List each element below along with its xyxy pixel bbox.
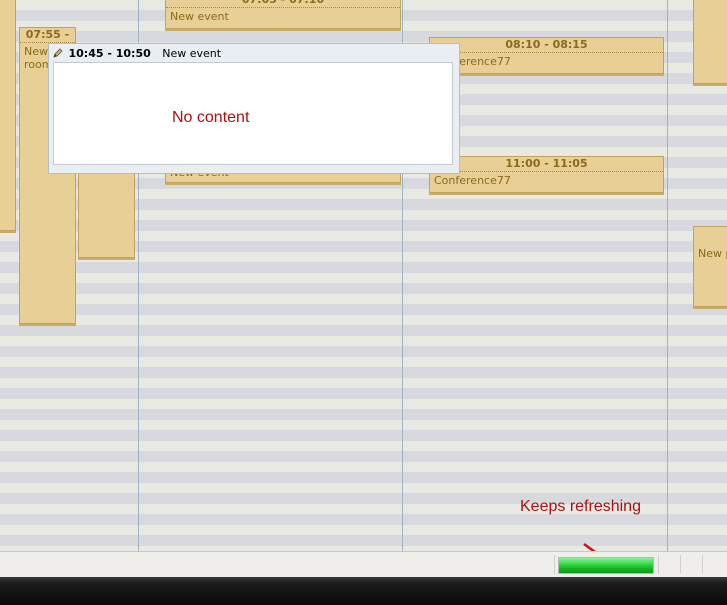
status-divider [702, 555, 703, 574]
calendar-event[interactable]: 07:05 - 07:10 New event [165, 0, 401, 29]
event-time: 11:00 - 11:05 [430, 157, 663, 172]
calendar-event[interactable]: 11:00 - 11:05 Conference77 [429, 156, 664, 193]
event-time: 07:55 - [20, 28, 75, 43]
event-time: 08:10 - 08:15 [430, 38, 663, 53]
day-column-divider [667, 0, 668, 551]
event-title: New event [170, 10, 229, 23]
popup-header: 10:45 - 10:50 New event [53, 46, 455, 62]
event-title: Conference77 [434, 55, 511, 68]
popup-time: 10:45 - 10:50 [68, 47, 151, 60]
event-title: Conference77 [434, 174, 511, 187]
event-popup[interactable]: 10:45 - 10:50 New event No content [48, 43, 460, 174]
status-divider [680, 555, 681, 574]
calendar-event[interactable] [693, 0, 727, 84]
popup-empty-message: No content [172, 109, 250, 126]
loading-progress-bar [558, 557, 654, 574]
popup-body: No content [53, 62, 453, 165]
os-taskbar [0, 577, 727, 605]
popup-title: New event [162, 47, 222, 60]
annotation-label: Keeps refreshing [520, 498, 641, 515]
calendar-event[interactable]: 08:10 - 08:15 Conference77 [429, 37, 664, 74]
progress-fill [559, 558, 653, 573]
calendar-event[interactable] [78, 170, 135, 258]
pencil-icon[interactable] [53, 47, 63, 58]
status-divider [554, 555, 555, 574]
calendar-event[interactable]: New p [693, 226, 727, 307]
status-divider [658, 555, 659, 574]
event-time: 07:05 - 07:10 [166, 0, 400, 8]
status-bar [0, 551, 727, 577]
calendar-event[interactable] [0, 0, 16, 231]
event-title: New p [698, 247, 727, 260]
